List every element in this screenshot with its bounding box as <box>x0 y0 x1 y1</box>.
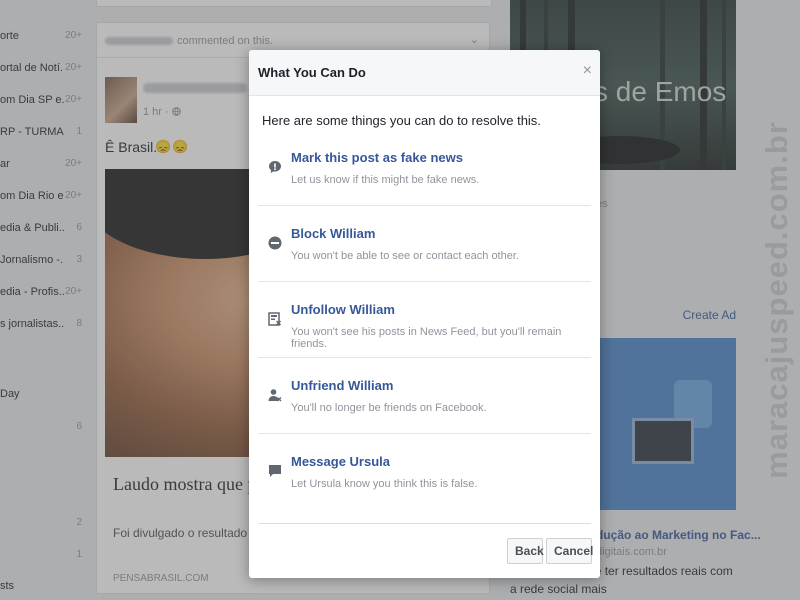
dialog-footer-divider <box>258 523 591 524</box>
alert-bubble-icon <box>269 161 281 173</box>
option-title[interactable]: Block William <box>291 226 375 241</box>
back-button[interactable]: Back <box>507 538 544 564</box>
option-unfollow-william[interactable]: Unfollow William You won't see his posts… <box>258 292 591 367</box>
option-title[interactable]: Mark this post as fake news <box>291 150 463 165</box>
option-description: You'll no longer be friends on Facebook. <box>291 402 487 414</box>
option-block-william[interactable]: Block William You won't be able to see o… <box>258 216 591 291</box>
option-description: You won't be able to see or contact each… <box>291 250 519 262</box>
option-title[interactable]: Unfollow William <box>291 302 395 317</box>
message-icon <box>269 465 281 477</box>
dialog-title: What You Can Do <box>258 65 366 80</box>
option-message-ursula[interactable]: Message Ursula Let Ursula know you think… <box>258 444 591 519</box>
option-title[interactable]: Unfriend William <box>291 378 393 393</box>
dialog-header: What You Can Do × <box>249 50 600 96</box>
option-title[interactable]: Message Ursula <box>291 454 390 469</box>
cancel-button[interactable]: Cancel <box>546 538 593 564</box>
option-description: Let us know if this might be fake news. <box>291 174 480 186</box>
divider <box>258 357 591 358</box>
unfriend-icon <box>268 389 282 402</box>
close-icon[interactable]: × <box>583 62 592 80</box>
option-unfriend-william[interactable]: Unfriend William You'll no longer be fri… <box>258 368 591 443</box>
block-icon <box>268 236 282 250</box>
divider <box>258 281 591 282</box>
divider <box>258 433 591 434</box>
option-mark-fake-news[interactable]: Mark this post as fake news Let us know … <box>258 140 591 215</box>
option-description: Let Ursula know you think this is false. <box>291 478 478 490</box>
option-description: You won't see his posts in News Feed, bu… <box>291 326 562 350</box>
divider <box>258 205 591 206</box>
unfollow-icon <box>268 312 282 326</box>
dialog-intro: Here are some things you can do to resol… <box>262 113 541 128</box>
what-you-can-do-dialog: What You Can Do × Here are some things y… <box>249 50 600 578</box>
